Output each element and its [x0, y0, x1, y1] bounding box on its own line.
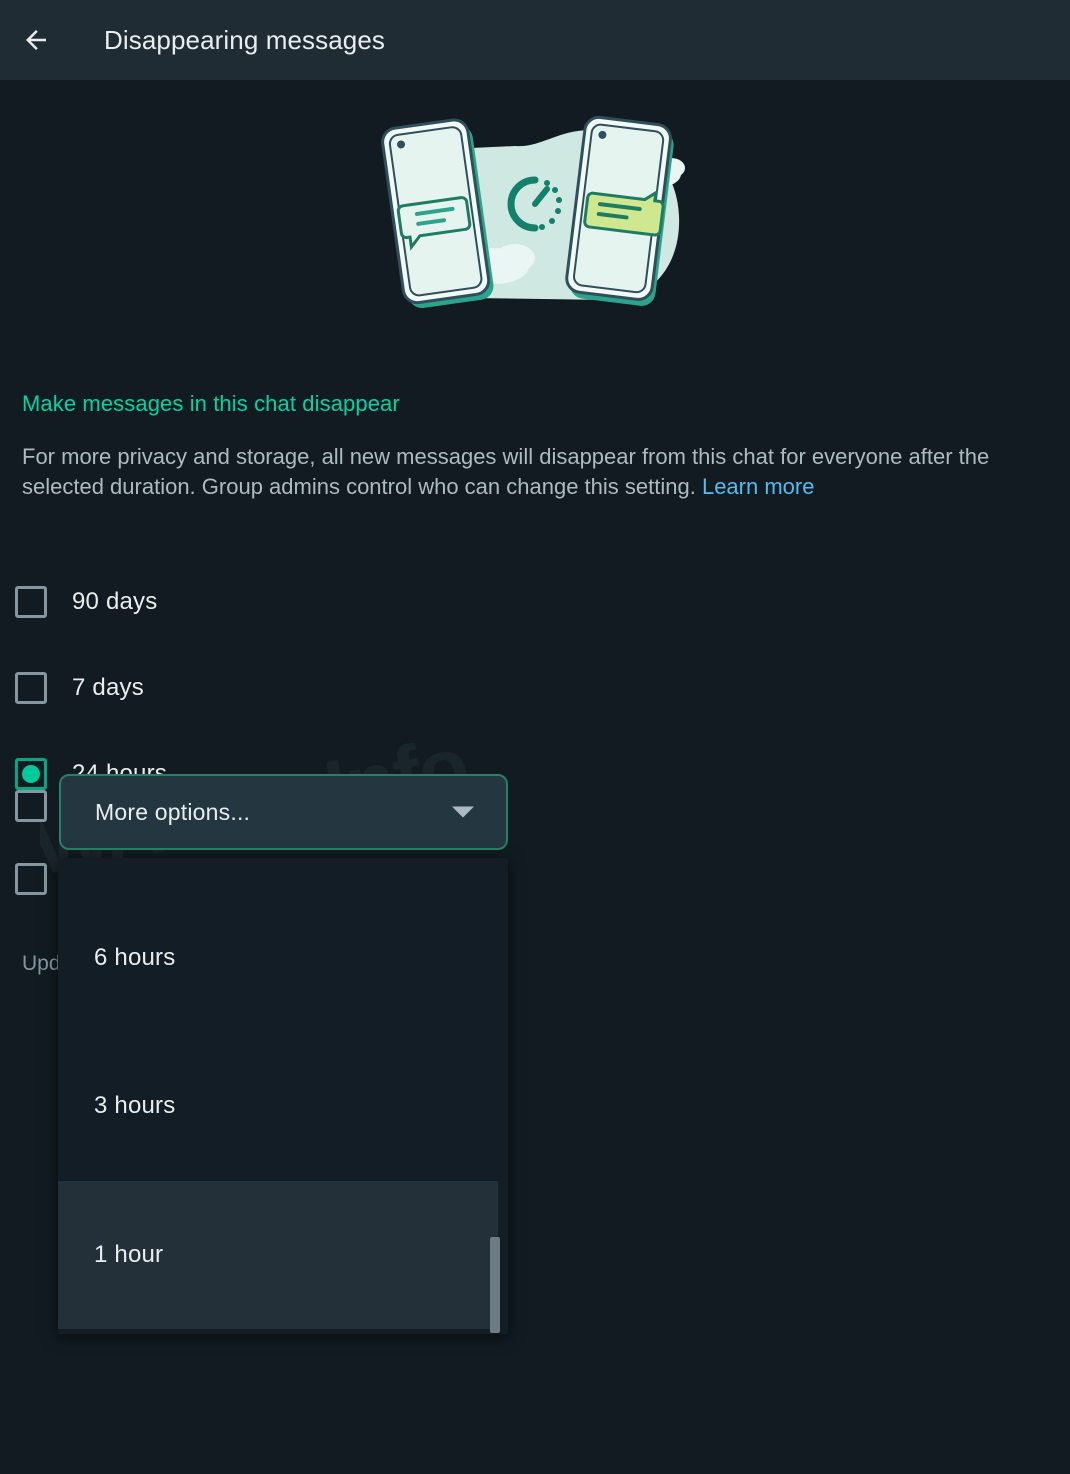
dropdown-menu-panel: 6 hours 3 hours 1 hour	[58, 858, 508, 1334]
dropdown-scrollbar-thumb[interactable]	[490, 1237, 500, 1333]
dropdown-item-label: 6 hours	[94, 944, 175, 972]
section-description: For more privacy and storage, all new me…	[22, 442, 1017, 502]
back-button[interactable]	[8, 12, 64, 68]
section-heading: Make messages in this chat disappear	[22, 391, 400, 417]
dropdown-item-label: 1 hour	[94, 1241, 163, 1269]
option-row-7-days[interactable]: 7 days	[0, 652, 1070, 724]
option-row-90-days[interactable]: 90 days	[0, 566, 1070, 638]
learn-more-link[interactable]: Learn more	[702, 474, 815, 499]
option-label: 7 days	[72, 674, 144, 702]
dropdown-button-label: More options...	[95, 799, 250, 826]
checkbox-unchecked-icon[interactable]	[15, 672, 47, 704]
option-label: 90 days	[72, 588, 157, 616]
checkbox-unchecked-icon[interactable]	[15, 863, 47, 895]
checkbox-unchecked-icon[interactable]	[15, 586, 47, 618]
app-bar: Disappearing messages	[0, 0, 1070, 80]
dropdown-item-label: 3 hours	[94, 1092, 175, 1120]
dropdown-item-6-hours[interactable]: 6 hours	[58, 884, 498, 1032]
footnote-text: Upd	[22, 952, 61, 976]
two-phones-timer-illustration	[375, 108, 695, 323]
chevron-down-icon	[452, 807, 474, 818]
checkbox-unchecked-icon[interactable]	[15, 790, 47, 822]
illustration-area	[0, 100, 1070, 330]
page-title: Disappearing messages	[104, 25, 385, 56]
more-options-dropdown-button[interactable]: More options...	[59, 774, 508, 850]
disappearing-messages-screen: Disappearing messages	[0, 0, 1070, 1474]
description-text: For more privacy and storage, all new me…	[22, 444, 989, 499]
dropdown-item-1-hour[interactable]: 1 hour	[58, 1181, 498, 1329]
arrow-left-icon	[21, 25, 51, 55]
dropdown-item-3-hours[interactable]: 3 hours	[58, 1032, 498, 1180]
